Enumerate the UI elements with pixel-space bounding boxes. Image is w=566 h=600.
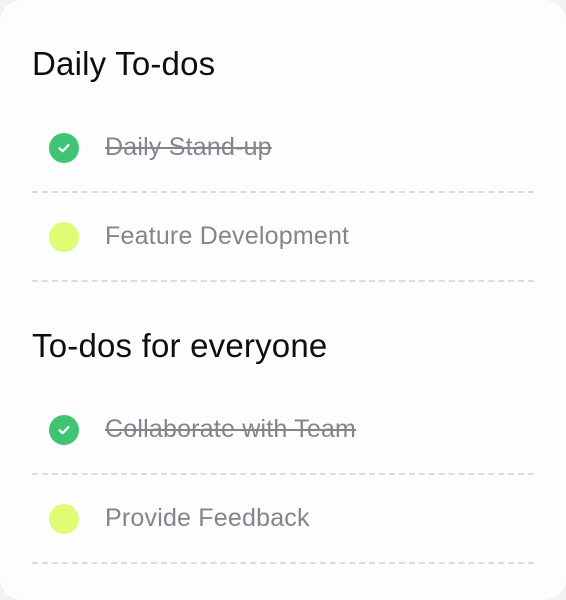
section-title-daily: Daily To-dos xyxy=(32,45,216,82)
empty-circle-icon[interactable] xyxy=(49,503,79,534)
todo-card: Daily To-dos Daily Stand-up Feature Deve… xyxy=(0,0,566,600)
todo-item-provide-feedback[interactable]: Provide Feedback xyxy=(32,475,534,564)
todo-list-everyone: Collaborate with Team Provide Feedback xyxy=(32,386,534,564)
todo-list-daily: Daily Stand-up Feature Development xyxy=(32,104,534,282)
empty-circle-icon[interactable] xyxy=(49,221,79,252)
todo-item-feature-development[interactable]: Feature Development xyxy=(32,193,534,282)
todo-item-daily-stand-up[interactable]: Daily Stand-up xyxy=(32,104,534,193)
checkmark-icon xyxy=(58,425,70,434)
todo-label: Collaborate with Team xyxy=(105,415,357,443)
check-circle-icon[interactable] xyxy=(49,132,79,163)
check-circle-icon[interactable] xyxy=(49,414,79,445)
todo-label: Daily Stand-up xyxy=(105,133,272,161)
section-title-everyone: To-dos for everyone xyxy=(32,327,328,364)
checkmark-icon xyxy=(58,143,70,152)
todo-label: Provide Feedback xyxy=(105,504,310,532)
todo-item-collaborate-with-team[interactable]: Collaborate with Team xyxy=(32,386,534,475)
todo-label: Feature Development xyxy=(105,222,350,250)
